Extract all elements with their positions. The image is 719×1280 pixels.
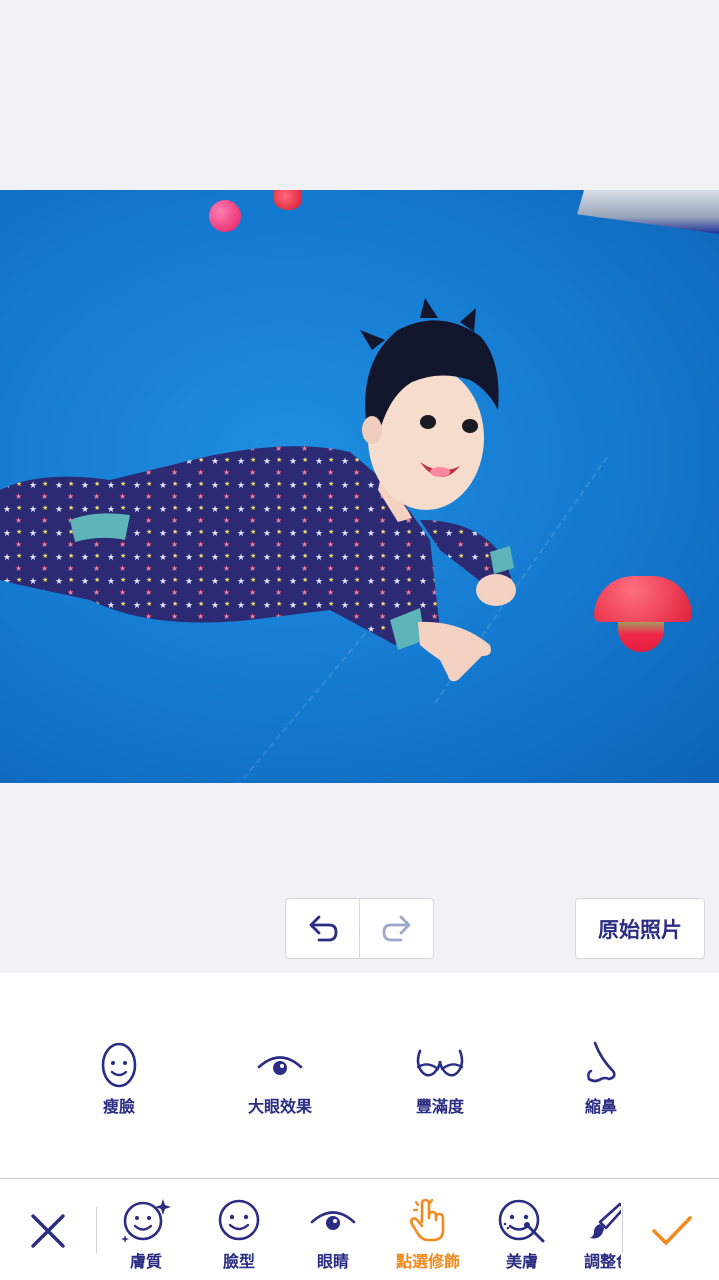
history-controls [285, 898, 434, 959]
bust-icon [416, 1049, 464, 1077]
confirm-button[interactable] [648, 1207, 696, 1255]
subtool-label: 縮鼻 [584, 1097, 617, 1116]
tab-eyes[interactable]: 眼睛 [285, 1195, 381, 1277]
divider [96, 1207, 97, 1253]
subtool-big-eye[interactable]: 大眼效果 [220, 1039, 340, 1119]
subtool-shrink-nose[interactable]: 縮鼻 [541, 1039, 661, 1119]
tab-adjust-color[interactable]: 調整色 [560, 1195, 621, 1277]
undo-arrow-icon [309, 915, 337, 941]
subtool-fullness[interactable]: 豐滿度 [380, 1039, 500, 1119]
category-tabs: 膚質 臉型 眼睛 點選修飾 美膚 調整 [98, 1179, 621, 1280]
subtool-label: 瘦臉 [102, 1097, 135, 1116]
eye-icon [310, 1211, 356, 1230]
tab-label: 眼睛 [316, 1252, 349, 1271]
face-icon [218, 1199, 260, 1241]
subtool-label: 大眼效果 [247, 1097, 312, 1116]
close-x-icon [31, 1214, 65, 1248]
tab-label: 臉型 [222, 1252, 255, 1271]
face-brush-icon [498, 1199, 545, 1243]
bottom-toolbar: 膚質 臉型 眼睛 點選修飾 美膚 調整 [0, 1178, 719, 1280]
subtool-label: 豐滿度 [415, 1097, 464, 1116]
undo-button[interactable] [286, 899, 359, 958]
sub-tools-panel: 瘦臉 大眼效果 豐滿度 縮鼻 [0, 973, 719, 1178]
sparkle-face-icon [121, 1199, 171, 1243]
slim-face-icon [101, 1042, 137, 1088]
photo-canvas[interactable]: ★ ★ ★ [0, 190, 719, 783]
tab-label: 調整色 [583, 1252, 621, 1271]
tab-label: 點選修飾 [395, 1252, 460, 1271]
tab-beautify-skin[interactable]: 美膚 [474, 1195, 570, 1277]
tab-face-shape[interactable]: 臉型 [191, 1195, 287, 1277]
nose-icon [587, 1041, 616, 1083]
spinning-top-toy [594, 576, 692, 656]
subtool-slim-face[interactable]: 瘦臉 [59, 1039, 179, 1119]
tab-label: 美膚 [505, 1252, 538, 1271]
tap-hand-icon [409, 1198, 445, 1242]
checkmark-icon [652, 1216, 692, 1245]
redo-arrow-icon [382, 915, 410, 941]
brush-icon [590, 1202, 621, 1239]
eye-icon [257, 1056, 303, 1075]
tab-skin-texture[interactable]: 膚質 [98, 1195, 194, 1277]
tab-tap-retouch[interactable]: 點選修飾 [380, 1195, 476, 1277]
cancel-button[interactable] [26, 1209, 70, 1253]
original-photo-button[interactable]: 原始照片 [575, 898, 705, 959]
divider [622, 1207, 623, 1253]
baby-figure: ★ ★ ★ [0, 298, 516, 682]
redo-button[interactable] [359, 899, 433, 958]
tab-label: 膚質 [129, 1252, 162, 1271]
